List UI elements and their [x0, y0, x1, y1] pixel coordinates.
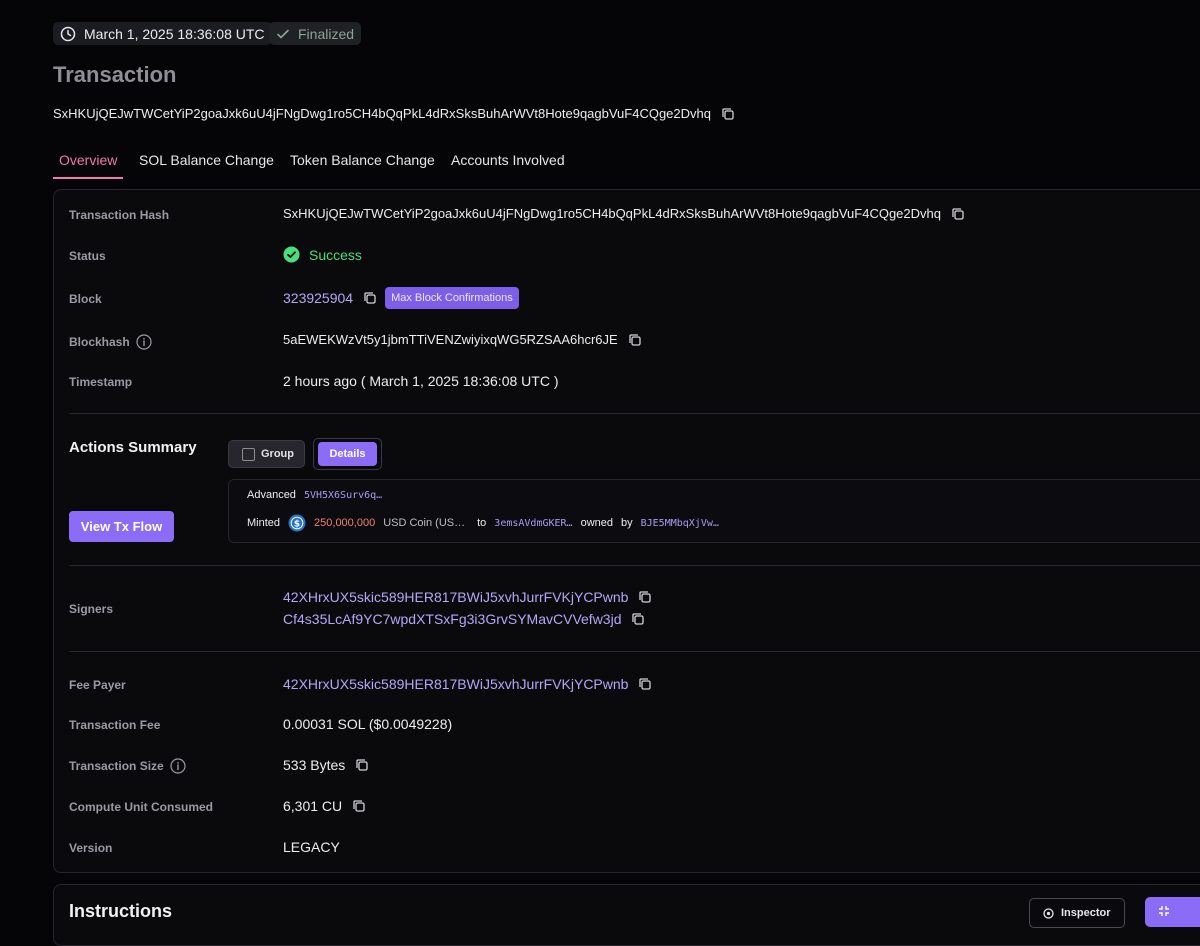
cu-label: Compute Unit Consumed [69, 800, 213, 814]
block-link[interactable]: 323925904 [283, 290, 353, 306]
blockhash-label: Blockhash [69, 335, 130, 349]
instructions-card [53, 884, 1200, 946]
inspector-button[interactable]: Inspector [1029, 898, 1125, 928]
signer-row-1: 42XHrxUX5skic589HER817BWiJ5xvhJurrFVKjYC… [283, 589, 652, 605]
copy-icon[interactable] [638, 590, 652, 604]
copy-icon[interactable] [355, 758, 369, 772]
cu-value: 6,301 CU [283, 798, 343, 814]
group-checkbox[interactable] [242, 447, 255, 461]
version-value: LEGACY [283, 839, 340, 855]
info-icon[interactable] [170, 758, 186, 774]
copy-icon[interactable] [631, 612, 645, 626]
check-icon [276, 27, 290, 41]
block-value-row: 323925904 Max Block Confirmations [283, 287, 519, 309]
blockhash-value-row: 5aEWEKWzVt5y1jbmTTiVENZwiyixqWG5RZSAA6hc… [283, 332, 642, 347]
group-toggle[interactable]: Group [228, 440, 305, 468]
section-divider [69, 565, 1200, 566]
usdc-coin-icon: $ [288, 514, 306, 532]
section-divider [69, 413, 1200, 414]
copy-icon[interactable] [638, 677, 652, 691]
advanced-label: Advanced [247, 489, 296, 501]
to-label: to [477, 517, 487, 529]
fee-payer-label: Fee Payer [69, 678, 126, 692]
group-label: Group [261, 448, 294, 460]
minted-label: Minted [247, 517, 281, 529]
version-label: Version [69, 841, 113, 855]
instructions-title: Instructions [69, 901, 173, 921]
fee-value: 0.00031 SOL ($0.0049228) [283, 716, 453, 732]
size-value: 533 Bytes [283, 757, 346, 773]
fee-payer-row: 42XHrxUX5skic589HER817BWiJ5xvhJurrFVKjYC… [283, 676, 652, 692]
cu-value-row: 6,301 CU [283, 798, 366, 814]
copy-icon[interactable] [628, 333, 642, 347]
size-value-row: 533 Bytes [283, 757, 369, 773]
blockhash-label-row: Blockhash [69, 334, 152, 350]
svg-text:$: $ [294, 519, 300, 529]
fee-label: Transaction Fee [69, 718, 161, 732]
minted-row: Minted $ 250,000,000 USD Coin (US… to 3e… [247, 514, 719, 532]
tab-token-balance-change[interactable]: Token Balance Change [290, 152, 435, 168]
mint-amount: 250,000,000 [314, 517, 376, 529]
fee-payer-link[interactable]: 42XHrxUX5skic589HER817BWiJ5xvhJurrFVKjYC… [283, 676, 628, 692]
token-name[interactable]: USD Coin (US… [383, 517, 465, 529]
copy-icon[interactable] [721, 107, 735, 121]
advanced-row: Advanced 5VH5X6Surv6q… [247, 489, 382, 501]
signer-link[interactable]: Cf4s35LcAf9YC7wpdXTSxFg3i3GrvSYMavCVVefw… [283, 611, 621, 627]
copy-icon[interactable] [951, 207, 965, 221]
info-icon[interactable] [136, 334, 152, 350]
status-label: Status [69, 249, 106, 263]
tab-sol-balance-change[interactable]: SOL Balance Change [139, 152, 274, 168]
finalized-label: Finalized [298, 25, 355, 42]
copy-icon[interactable] [352, 799, 366, 813]
timestamp-label: Timestamp [69, 375, 133, 389]
view-tx-flow-button[interactable]: View Tx Flow [69, 511, 174, 542]
section-divider [69, 651, 1200, 652]
timestamp-pill: March 1, 2025 18:36:08 UTC [53, 22, 272, 45]
owned-label: owned [580, 517, 613, 529]
owner-address[interactable]: BJE5MMbqXjVw… [641, 518, 719, 529]
size-label-row: Transaction Size [69, 758, 186, 774]
tab-overview[interactable]: Overview [53, 151, 123, 179]
hash-label: Transaction Hash [69, 208, 170, 222]
collapse-button[interactable] [1145, 897, 1200, 927]
actions-summary-title: Actions Summary [69, 439, 197, 456]
max-confirmations-badge: Max Block Confirmations [385, 287, 519, 309]
blockhash-value: 5aEWEKWzVt5y1jbmTTiVENZwiyixqWG5RZSAA6hc… [283, 332, 618, 347]
by-label: by [621, 517, 633, 529]
to-address[interactable]: 3emsAVdmGKER… [494, 518, 572, 529]
timestamp-value: 2 hours ago ( March 1, 2025 18:36:08 UTC… [283, 373, 559, 389]
signer-row-2: Cf4s35LcAf9YC7wpdXTSxFg3i3GrvSYMavCVVefw… [283, 611, 645, 627]
header-signature-row: SxHKUjQEJwTWCetYiP2goaJxk6uU4jFNgDwg1ro5… [53, 106, 735, 121]
size-label: Transaction Size [69, 759, 164, 773]
tab-overview-label: Overview [59, 152, 118, 168]
tab-accounts-involved[interactable]: Accounts Involved [451, 152, 565, 168]
status-value-row: Success [283, 246, 362, 263]
details-toggle-frame: Details [313, 438, 382, 470]
header-timestamp: March 1, 2025 18:36:08 UTC [84, 25, 265, 42]
collapse-icon [1157, 904, 1171, 918]
advanced-address[interactable]: 5VH5X6Surv6q… [304, 490, 382, 501]
header-signature: SxHKUjQEJwTWCetYiP2goaJxk6uU4jFNgDwg1ro5… [53, 106, 711, 121]
inspector-label: Inspector [1061, 907, 1111, 919]
block-label: Block [69, 292, 102, 306]
copy-icon[interactable] [363, 291, 377, 305]
finalized-badge: Finalized [269, 22, 362, 45]
hash-value: SxHKUjQEJwTWCetYiP2goaJxk6uU4jFNgDwg1ro5… [283, 206, 941, 221]
clock-icon [60, 26, 76, 42]
hash-value-row: SxHKUjQEJwTWCetYiP2goaJxk6uU4jFNgDwg1ro5… [283, 206, 965, 221]
gear-icon [1042, 907, 1055, 920]
signers-label: Signers [69, 602, 114, 616]
status-value: Success [309, 246, 362, 263]
signer-link[interactable]: 42XHrxUX5skic589HER817BWiJ5xvhJurrFVKjYC… [283, 589, 628, 605]
success-check-icon [283, 246, 300, 263]
details-button[interactable]: Details [318, 442, 377, 466]
page-title: Transaction [53, 62, 177, 87]
